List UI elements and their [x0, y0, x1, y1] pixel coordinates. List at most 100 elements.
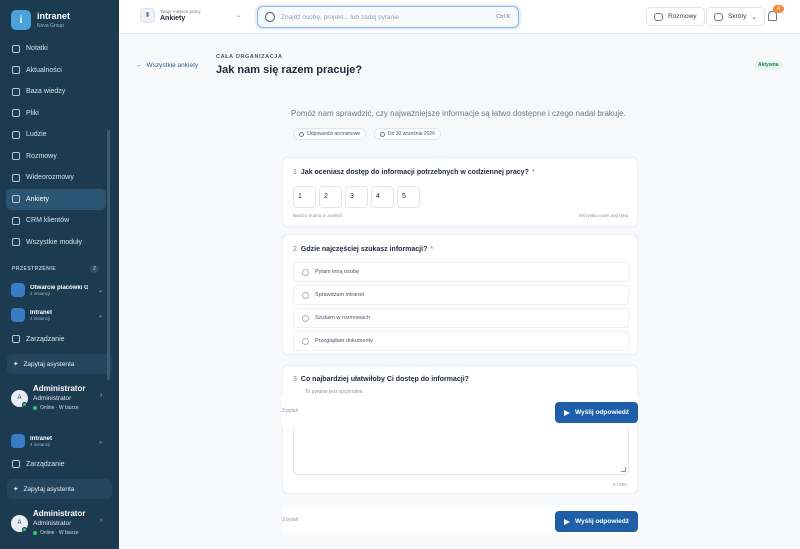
resize-handle[interactable] [621, 467, 626, 472]
chat-icon [654, 12, 663, 21]
space-item[interactable]: Intranet 4 instancji ⌄ [11, 308, 103, 322]
space-item[interactable]: Intranet 4 instancji ⌄ [11, 434, 103, 448]
question-text: Jak oceniasz dostęp do informacji potrze… [300, 169, 529, 176]
scale-option-3[interactable]: 3 [345, 186, 368, 208]
space-subtitle: 4 instancji [30, 315, 51, 321]
submit-button[interactable]: Wyślij odpowiedź [555, 511, 638, 532]
progress-text: 3 pytań [282, 517, 299, 523]
ask-assistant-label: Zapytaj asystenta [23, 360, 75, 368]
user-name: Administrator [33, 384, 86, 393]
submit-bar: 3 pytań Wyślij odpowiedź [282, 505, 638, 535]
chat-icon [12, 152, 20, 161]
page-eyebrow: CAŁA ORGANIZACJA [216, 54, 283, 60]
sidebar-item-polls[interactable]: Ankiety [6, 188, 106, 210]
user-status: Online · W biurze [33, 405, 79, 411]
sidebar-item-crm[interactable]: CRM klientów [6, 210, 106, 232]
back-to-polls-link[interactable]: ← Wszystkie ankiety [136, 62, 198, 69]
ask-assistant-button[interactable]: ✦ Zapytaj asystenta [7, 479, 112, 499]
app-logo: i [11, 10, 31, 30]
chevron-down-icon[interactable]: ⌄ [98, 312, 103, 319]
sidebar-item-files[interactable]: Pliki [6, 103, 106, 125]
poll-icon [12, 195, 20, 204]
user-status: Online · W biurze [33, 530, 79, 536]
sidebar-item-notes[interactable]: Notatki [6, 38, 106, 60]
main-content: ← Wszystkie ankiety CAŁA ORGANIZACJA Jak… [119, 35, 800, 549]
question-card: 3 Co najbardziej ułatwiłoby Ci dostęp do … [282, 365, 638, 494]
status-dot [33, 531, 37, 535]
sparkle-icon: ✦ [13, 361, 19, 368]
user-name: Administrator [33, 509, 86, 518]
manage-link[interactable]: Zarządzanie [12, 335, 65, 343]
scale-option-4[interactable]: 4 [371, 186, 394, 208]
question-card: 2 Gdzie najczęściej szukasz informacji? * … [282, 234, 638, 355]
chevron-right-icon: › [100, 517, 103, 524]
space-item[interactable]: Otwarcie placówki Gdańsk 4 instancji ⌄ [11, 283, 103, 297]
radio-button[interactable] [302, 291, 309, 299]
scale-option-2[interactable]: 2 [319, 186, 342, 208]
sidebar-item-news[interactable]: Aktualności [6, 60, 106, 82]
online-indicator [22, 402, 27, 407]
radio-option[interactable]: Sprawdzam intranet [293, 285, 629, 305]
page-title: Jak nam się razem pracuje? [216, 64, 363, 76]
sidebar-nav: Notatki Aktualności Baza wiedzy Pliki Lu… [6, 38, 106, 253]
question-number: 1 [293, 169, 297, 176]
required-marker: * [531, 169, 535, 176]
chevron-down-icon[interactable]: ⌄ [98, 438, 103, 445]
note-icon [12, 44, 20, 53]
sidebar: i intranet Nova Group Notatki Aktualnośc… [0, 0, 119, 549]
status-dot [33, 406, 37, 410]
scale-min-label: Bardzo trudno je znaleźć [293, 213, 343, 218]
submit-button[interactable]: Wyślij odpowiedź [555, 402, 638, 423]
sidebar-item-chats[interactable]: Rozmowy [6, 146, 106, 168]
workspace-switcher[interactable]: ▮ Twoje miejsce pracy Ankiety [140, 8, 245, 23]
progress-text: 3 pytań [282, 408, 299, 414]
send-icon [563, 409, 570, 416]
sidebar-scrollbar[interactable] [107, 130, 110, 380]
chats-button[interactable]: Rozmowy [646, 7, 705, 26]
status-badge: Aktywna [755, 61, 782, 70]
chats-button-label: Rozmowy [668, 13, 697, 20]
chevron-down-icon[interactable]: ⌄ [236, 12, 241, 19]
sidebar-item-knowledge-base[interactable]: Baza wiedzy [6, 81, 106, 103]
spaces-heading: PRZESTRZENIE [12, 266, 57, 272]
ask-assistant-button[interactable]: ✦ Zapytaj asystenta [7, 354, 112, 374]
sidebar-item-label: Ankiety [26, 195, 49, 203]
sidebar-item-label: Notatki [26, 45, 48, 53]
sidebar-item-label: Aktualności [26, 66, 62, 74]
shield-icon [12, 335, 20, 343]
optional-hint: To pytanie jest opcjonalne. [305, 389, 364, 395]
sidebar-item-people[interactable]: Ludzie [6, 124, 106, 146]
brand[interactable]: i intranet Nova Group [11, 10, 70, 30]
radio-button[interactable] [302, 314, 309, 322]
chevron-down-icon: ⌄ [751, 13, 757, 21]
news-icon [12, 66, 20, 75]
question-title: 1 Jak oceniasz dostęp do informacji potrz… [293, 169, 535, 176]
sidebar-item-video[interactable]: Wideorozmowy [6, 167, 106, 189]
radio-option[interactable]: Szukam w rozmowach [293, 308, 629, 328]
shortcuts-button[interactable]: Skróty ⌄ [706, 7, 765, 26]
sidebar-item-label: Rozmowy [26, 152, 57, 160]
chevron-down-icon[interactable]: ⌄ [98, 287, 103, 294]
option-label: Sprawdzam intranet [315, 292, 364, 298]
search-input[interactable]: Znajdź osobę, projekt... lub zadaj pytan… [257, 6, 519, 28]
scale-option-1[interactable]: 1 [293, 186, 316, 208]
spaces-count-badge: 2 [90, 265, 99, 273]
sidebar-item-label: Wideorozmowy [26, 174, 74, 182]
question-text: Co najbardziej ułatwiłoby Ci dostęp do i… [300, 376, 469, 383]
scale-option-5[interactable]: 5 [397, 186, 420, 208]
sidebar-item-all-modules[interactable]: Wszystkie moduły [6, 232, 106, 254]
manage-link[interactable]: Zarządzanie [12, 460, 65, 468]
workspace-name: Ankiety [160, 15, 186, 22]
radio-option[interactable]: Przeglądam dokumenty [293, 331, 629, 351]
question-title: 3 Co najbardziej ułatwiłoby Ci dostęp do … [293, 376, 469, 383]
sidebar-item-label: CRM klientów [26, 217, 70, 225]
radio-option[interactable]: Pytam inną osobę [293, 262, 629, 282]
sidebar-item-label: Ludzie [26, 131, 47, 139]
radio-button[interactable] [302, 268, 309, 276]
sidebar-item-label: Pliki [26, 109, 39, 117]
radio-button[interactable] [302, 337, 309, 345]
answer-textarea[interactable] [293, 425, 629, 475]
space-title: Otwarcie placówki Gdańsk [30, 284, 88, 291]
search-placeholder: Znajdź osobę, projekt... lub zadaj pytan… [281, 14, 400, 21]
search-shortcut: Ctrl K [496, 14, 510, 20]
